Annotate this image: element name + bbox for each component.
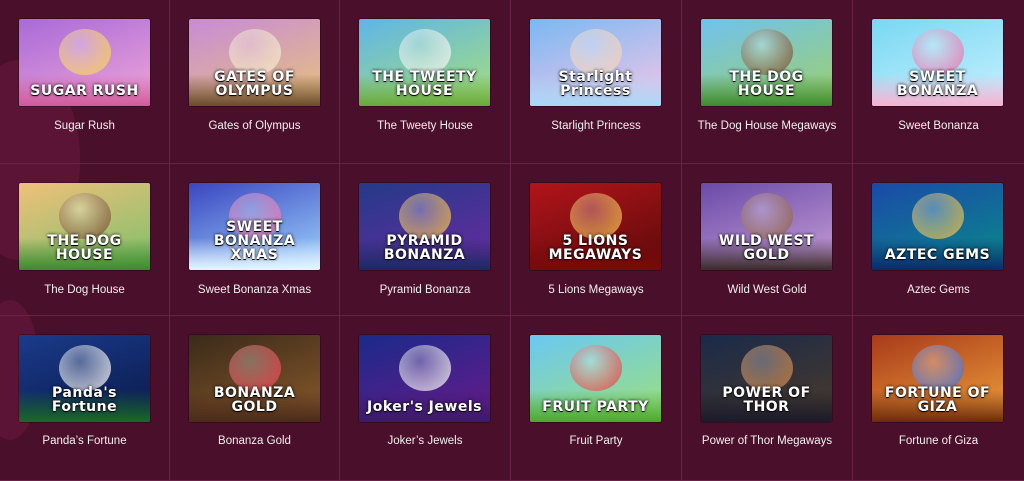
- game-thumbnail[interactable]: WILD WEST GOLD: [701, 183, 832, 270]
- game-title: Sweet Bonanza Xmas: [197, 284, 312, 296]
- game-thumbnail[interactable]: FRUIT PARTY: [530, 335, 661, 422]
- game-thumbnail[interactable]: Panda's Fortune: [19, 335, 150, 422]
- game-title: Panda’s Fortune: [42, 435, 127, 447]
- game-logo-text: PYRAMID BONANZA: [383, 233, 466, 263]
- game-tile[interactable]: 5 LIONS MEGAWAYS 5 Lions Megaways: [511, 164, 682, 316]
- game-title: Pyramid Bonanza: [379, 284, 471, 296]
- game-logo-text: FORTUNE OF GIZA: [884, 385, 991, 415]
- game-logo-text: WILD WEST GOLD: [718, 233, 815, 263]
- game-thumbnail[interactable]: AZTEC GEMS: [872, 183, 1003, 270]
- game-thumbnail[interactable]: PYRAMID BONANZA: [359, 183, 490, 270]
- game-thumbnail[interactable]: SWEET BONANZA: [872, 19, 1003, 106]
- game-logo-text: Joker's Jewels: [367, 399, 482, 415]
- game-tile[interactable]: Panda's Fortune Panda’s Fortune: [0, 316, 170, 481]
- game-title: Power of Thor Megaways: [701, 435, 833, 447]
- game-logo-text: Panda's Fortune: [51, 385, 118, 415]
- game-logo-text: THE DOG HOUSE: [729, 69, 804, 99]
- game-title: Aztec Gems: [907, 284, 970, 296]
- game-tile[interactable]: WILD WEST GOLD Wild West Gold: [682, 164, 853, 316]
- game-logo-text: POWER OF THOR: [722, 385, 811, 415]
- game-logo-text: Starlight Princess: [558, 69, 633, 99]
- game-art: [569, 345, 622, 391]
- game-title: Wild West Gold: [727, 284, 807, 296]
- game-thumbnail[interactable]: SWEET BONANZA XMAS: [189, 183, 320, 270]
- game-logo-text: SWEET BONANZA XMAS: [213, 219, 296, 263]
- game-logo-text: THE TWEETY HOUSE: [372, 69, 477, 99]
- game-logo-text: AZTEC GEMS: [884, 247, 991, 263]
- game-thumbnail[interactable]: FORTUNE OF GIZA: [872, 335, 1003, 422]
- game-tile[interactable]: SUGAR RUSH Sugar Rush: [0, 0, 170, 164]
- game-logo-text: SWEET BONANZA: [896, 69, 979, 99]
- game-tile[interactable]: SWEET BONANZA XMAS Sweet Bonanza Xmas: [170, 164, 340, 316]
- game-title: The Dog House: [44, 284, 125, 296]
- game-thumbnail[interactable]: THE DOG HOUSE: [701, 19, 832, 106]
- game-logo-text: GATES OF OLYMPUS: [214, 69, 295, 99]
- game-title: Sugar Rush: [54, 120, 115, 132]
- game-logo-text: THE DOG HOUSE: [47, 233, 122, 263]
- game-title: Gates of Olympus: [208, 120, 301, 132]
- game-logo-text: 5 LIONS MEGAWAYS: [548, 233, 643, 263]
- game-tile[interactable]: THE DOG HOUSE The Dog House Megaways: [682, 0, 853, 164]
- game-thumbnail[interactable]: 5 LIONS MEGAWAYS: [530, 183, 661, 270]
- game-title: Fortune of Giza: [898, 435, 979, 447]
- game-tile[interactable]: Joker's Jewels Joker’s Jewels: [340, 316, 511, 481]
- game-thumbnail[interactable]: POWER OF THOR: [701, 335, 832, 422]
- game-title: Bonanza Gold: [218, 435, 291, 447]
- game-thumbnail[interactable]: SUGAR RUSH: [19, 19, 150, 106]
- game-grid: SUGAR RUSH Sugar Rush GATES OF OLYMPUS Gate…: [0, 0, 1024, 481]
- game-title: The Tweety House: [377, 120, 473, 132]
- game-thumbnail[interactable]: BONANZA GOLD: [189, 335, 320, 422]
- game-tile[interactable]: THE TWEETY HOUSE The Tweety House: [340, 0, 511, 164]
- game-title: Sweet Bonanza: [898, 120, 979, 132]
- game-tile[interactable]: AZTEC GEMS Aztec Gems: [853, 164, 1024, 316]
- game-title: Starlight Princess: [551, 120, 641, 132]
- game-art: [398, 345, 451, 391]
- game-tile[interactable]: POWER OF THOR Power of Thor Megaways: [682, 316, 853, 481]
- game-logo-text: BONANZA GOLD: [213, 385, 296, 415]
- game-thumbnail[interactable]: THE DOG HOUSE: [19, 183, 150, 270]
- game-title: Joker’s Jewels: [387, 435, 463, 447]
- game-tile[interactable]: FRUIT PARTY Fruit Party: [511, 316, 682, 481]
- game-art: [58, 29, 111, 75]
- game-tile[interactable]: SWEET BONANZA Sweet Bonanza: [853, 0, 1024, 164]
- game-title: 5 Lions Megaways: [548, 284, 644, 296]
- game-thumbnail[interactable]: GATES OF OLYMPUS: [189, 19, 320, 106]
- game-title: Fruit Party: [569, 435, 623, 447]
- game-thumbnail[interactable]: Starlight Princess: [530, 19, 661, 106]
- game-tile[interactable]: GATES OF OLYMPUS Gates of Olympus: [170, 0, 340, 164]
- game-thumbnail[interactable]: THE TWEETY HOUSE: [359, 19, 490, 106]
- game-art: [911, 193, 964, 239]
- game-thumbnail[interactable]: Joker's Jewels: [359, 335, 490, 422]
- game-logo-text: FRUIT PARTY: [542, 399, 649, 415]
- game-tile[interactable]: THE DOG HOUSE The Dog House: [0, 164, 170, 316]
- game-tile[interactable]: BONANZA GOLD Bonanza Gold: [170, 316, 340, 481]
- game-logo-text: SUGAR RUSH: [30, 83, 139, 99]
- game-tile[interactable]: FORTUNE OF GIZA Fortune of Giza: [853, 316, 1024, 481]
- game-tile[interactable]: Starlight Princess Starlight Princess: [511, 0, 682, 164]
- game-title: The Dog House Megaways: [697, 120, 837, 132]
- game-tile[interactable]: PYRAMID BONANZA Pyramid Bonanza: [340, 164, 511, 316]
